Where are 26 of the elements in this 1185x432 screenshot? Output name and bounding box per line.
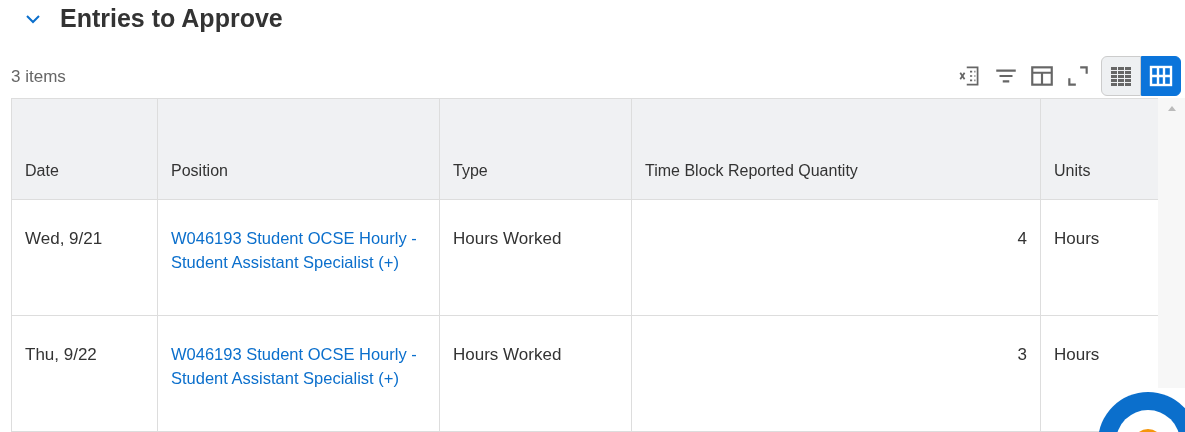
table-cell: 3 — [632, 316, 1041, 431]
table-cell: Thu, 9/22 — [12, 316, 158, 431]
table-cell: Hours Worked — [440, 316, 632, 431]
table-cell: Hours — [1054, 229, 1100, 248]
column-header[interactable]: Time Block Reported Quantity — [632, 99, 1041, 199]
chevron-icon[interactable] — [24, 13, 42, 25]
table-cell: Hours — [1054, 345, 1100, 364]
table-cell: Wed, 9/21 — [12, 200, 158, 315]
table-view-button[interactable] — [1101, 56, 1141, 96]
grid-view-button[interactable] — [1141, 56, 1181, 96]
grid-icon — [1149, 65, 1173, 87]
section-title: Entries to Approve — [60, 3, 283, 35]
column-header[interactable]: Type — [440, 99, 632, 199]
columns-icon[interactable] — [1029, 63, 1055, 89]
help-button[interactable] — [1098, 392, 1185, 432]
expand-icon[interactable] — [1065, 63, 1091, 89]
position-link[interactable]: W046193 Student OCSE Hourly - Student Assistant Specialist (+) — [171, 342, 427, 390]
table-cell: Hours Worked — [440, 200, 632, 315]
column-header[interactable]: Date — [12, 99, 158, 199]
table-icon — [1109, 65, 1133, 87]
table-cell: 4 — [632, 200, 1041, 315]
scrollbar[interactable] — [1158, 98, 1185, 388]
item-count: 3 items — [11, 65, 66, 88]
position-link[interactable]: W046193 Student OCSE Hourly - Student Assistant Specialist (+) — [171, 226, 427, 274]
column-header[interactable]: Units — [1041, 99, 1158, 199]
column-header[interactable]: Position — [158, 99, 440, 199]
